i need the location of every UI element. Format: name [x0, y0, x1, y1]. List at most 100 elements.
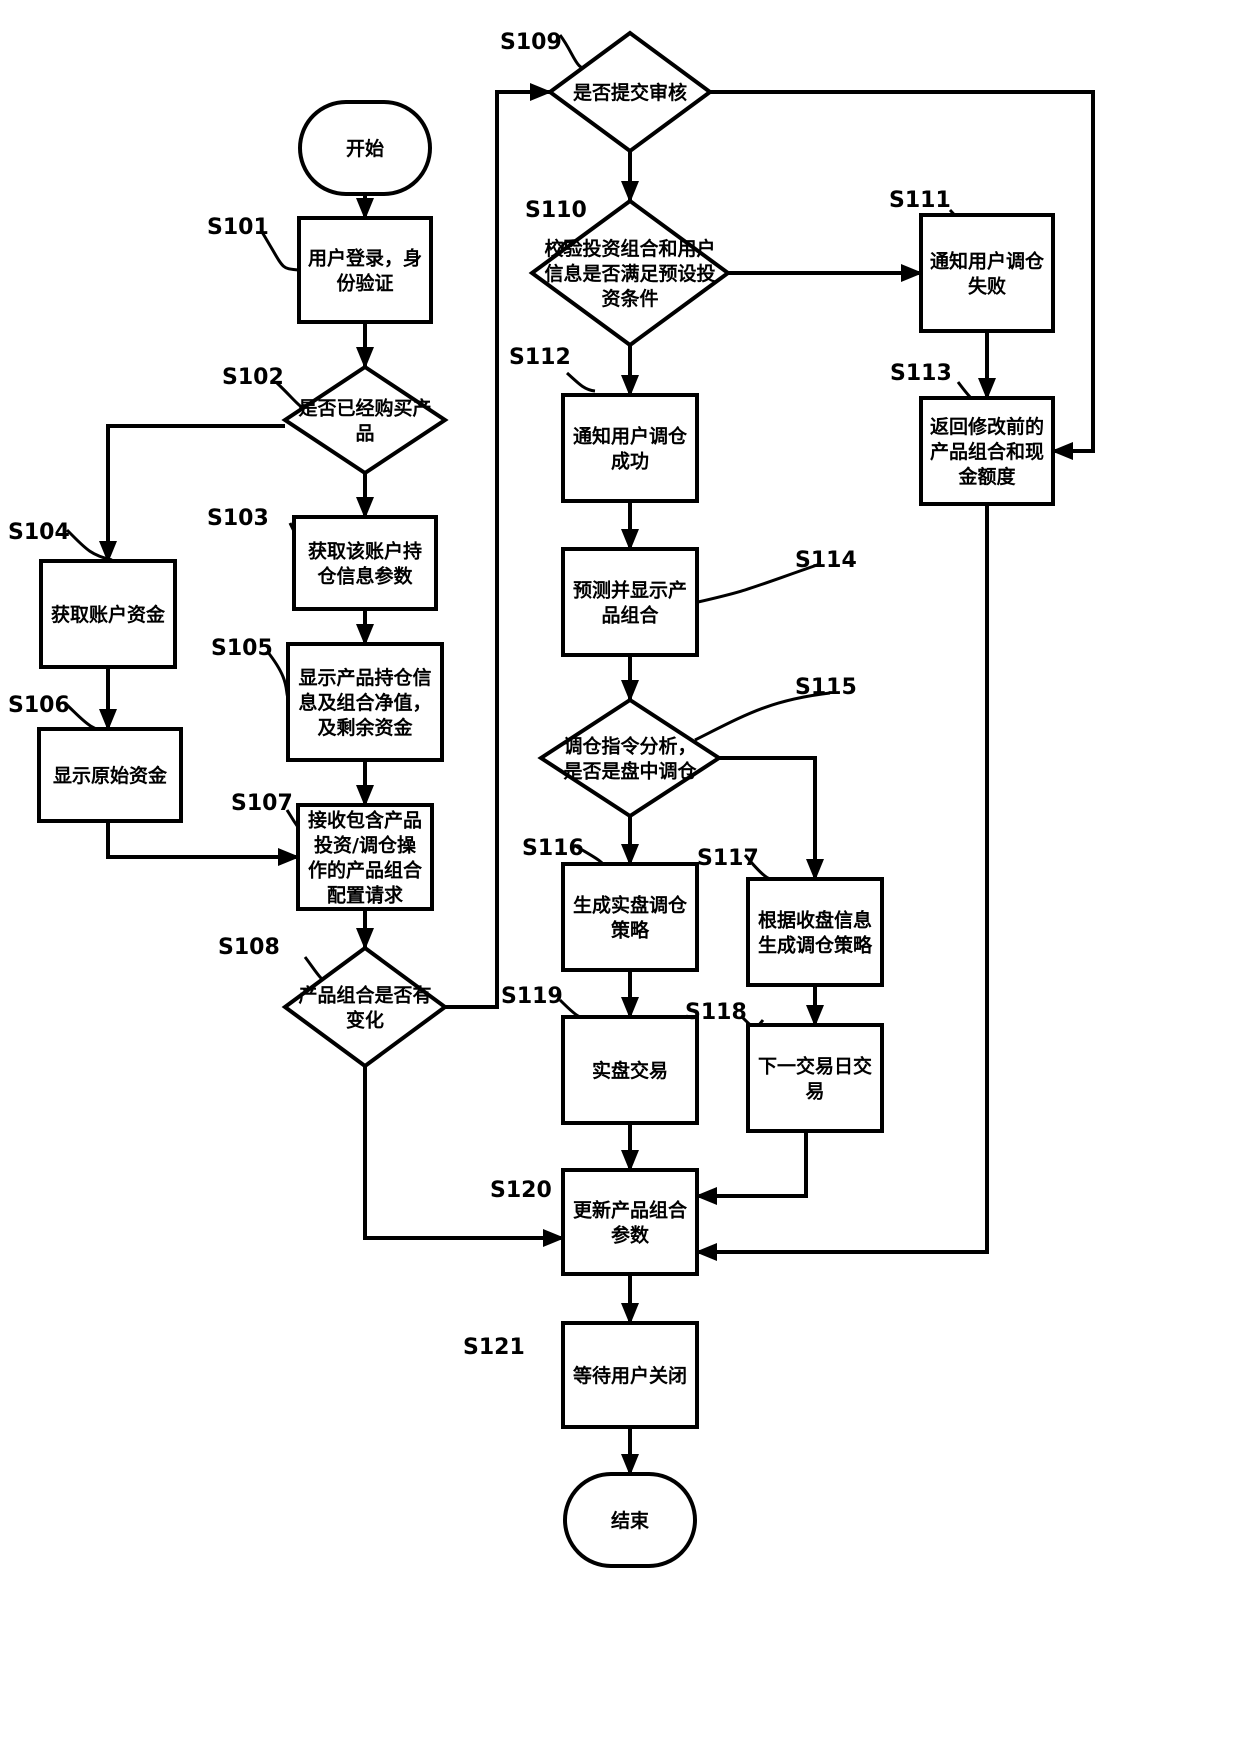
step-label: S112 — [509, 345, 571, 370]
node-s117: 根据收盘信息生成调仓策略 — [746, 877, 884, 987]
step-label: S120 — [490, 1178, 552, 1203]
node-text-line: 是否是盘中调仓 — [563, 760, 697, 783]
node-s104: 获取账户资金 — [39, 559, 177, 669]
edge-s118-to-s120 — [695, 1131, 808, 1205]
step-label: S101 — [207, 215, 269, 240]
node-s101: 用户登录，身份验证 — [297, 216, 433, 324]
node-text-line: 接收包含产品 — [308, 809, 422, 832]
node-text-line: 生成实盘调仓 — [573, 894, 688, 917]
step-label: S119 — [501, 984, 563, 1009]
node-text-line: 获取该账户持 — [308, 540, 422, 563]
node-text-line: 产品组合是否有 — [298, 984, 431, 1007]
node-s115: 调仓指令分析，是否是盘中调仓 — [537, 697, 723, 819]
node-text-line: 生成调仓策略 — [758, 934, 873, 957]
node-text-line: 显示产品持仓信 — [298, 666, 431, 689]
leader-line — [565, 371, 596, 393]
leader-line — [65, 528, 113, 562]
node-text-line: 变化 — [346, 1009, 384, 1032]
node-s109: 是否提交审核 — [546, 30, 714, 154]
node-text-line: 及剩余资金 — [317, 716, 413, 739]
node-text-line: 金额度 — [957, 465, 1016, 488]
edge-s108-to-s120 — [363, 1066, 565, 1247]
node-text-line: 显示原始资金 — [53, 764, 168, 787]
node-text-line: 策略 — [611, 919, 650, 942]
step-label: S116 — [522, 836, 584, 861]
step-label: S105 — [211, 636, 273, 661]
node-text-line: 是否已经购买产 — [298, 397, 431, 420]
node-s103: 获取该账户持仓信息参数 — [292, 515, 438, 611]
node-s114: 预测并显示产品组合 — [561, 547, 699, 657]
node-text-line: 通知用户调仓 — [573, 425, 688, 448]
node-s121: 等待用户关闭 — [561, 1321, 699, 1429]
node-text-line: 失败 — [968, 275, 1006, 298]
step-label: S109 — [500, 30, 562, 55]
node-s107: 接收包含产品投资/调仓操作的产品组合配置请求 — [296, 803, 434, 911]
decision-shape — [281, 364, 449, 476]
node-text-line: 通知用户调仓 — [930, 250, 1045, 273]
node-s113: 返回修改前的产品组合和现金额度 — [919, 396, 1055, 506]
step-label: S117 — [697, 846, 759, 871]
step-label: S107 — [231, 791, 293, 816]
node-text-line: 易 — [805, 1081, 824, 1103]
process-shape — [746, 1023, 884, 1133]
node-text-line: 开始 — [346, 137, 384, 160]
process-shape — [746, 877, 884, 987]
node-text-line: 投资/调仓操 — [314, 834, 417, 857]
node-s105: 显示产品持仓信息及组合净值，及剩余资金 — [286, 642, 444, 762]
edge-s106-to-s107 — [106, 821, 300, 866]
process-shape — [297, 216, 433, 324]
node-text-line: 仓信息参数 — [316, 565, 413, 588]
process-shape — [561, 1168, 699, 1276]
step-label: S110 — [525, 198, 587, 223]
node-text-line: 实盘交易 — [592, 1059, 668, 1082]
node-end: 结束 — [563, 1472, 697, 1568]
process-shape — [919, 213, 1055, 333]
process-shape — [561, 862, 699, 972]
node-text-line: 产品组合和现 — [930, 440, 1044, 463]
node-text-line: 资条件 — [601, 287, 658, 310]
leader-line — [694, 691, 831, 742]
node-s120: 更新产品组合参数 — [561, 1168, 699, 1276]
node-text-line: 根据收盘信息 — [758, 909, 872, 932]
step-label: S102 — [222, 365, 284, 390]
step-labels-layer: S101 S102 S103 S104 S105 S106 S107 S108 S109 S110… — [8, 30, 952, 1360]
edge-s108-to-s109 — [445, 83, 552, 1009]
step-label: S115 — [795, 675, 857, 700]
node-text-line: 等待用户关闭 — [572, 1364, 687, 1387]
step-label: S114 — [795, 548, 857, 573]
node-text-line: 份验证 — [336, 272, 393, 295]
decision-shape — [537, 697, 723, 819]
node-text-line: 信息是否满足预设投 — [544, 262, 715, 285]
node-text-line: 调仓指令分析， — [563, 735, 696, 758]
step-label: S108 — [218, 935, 280, 960]
node-text-line: 获取账户资金 — [51, 603, 166, 626]
node-s116: 生成实盘调仓策略 — [561, 862, 699, 972]
node-text-line: 结束 — [611, 1509, 650, 1532]
node-text-line: 息及组合净值， — [298, 691, 431, 714]
node-text-line: 更新产品组合 — [573, 1199, 688, 1222]
step-label: S104 — [8, 520, 70, 545]
node-text-line: 作的产品组合 — [308, 859, 423, 882]
step-label: S111 — [889, 188, 951, 213]
process-shape — [561, 393, 699, 503]
node-s111: 通知用户调仓失败 — [919, 213, 1055, 333]
node-s108: 产品组合是否有变化 — [281, 945, 449, 1069]
process-shape — [561, 547, 699, 657]
nodes-layer: 开始用户登录，身份验证是否已经购买产品获取该账户持仓信息参数获取账户资金显示产品… — [37, 30, 1055, 1568]
node-text-line: 成功 — [611, 450, 649, 473]
edge-s102-to-s104 — [99, 424, 285, 563]
node-text-line: 校验投资组合和用户 — [544, 237, 715, 260]
node-start: 开始 — [298, 100, 432, 196]
node-text-line: 品组合 — [601, 604, 659, 627]
step-label: S118 — [685, 1000, 747, 1025]
node-s112: 通知用户调仓成功 — [561, 393, 699, 503]
step-label: S121 — [463, 1335, 525, 1360]
step-label: S103 — [207, 506, 269, 531]
node-s106: 显示原始资金 — [37, 727, 183, 823]
node-text-line: 返回修改前的 — [930, 415, 1044, 438]
node-text-line: 参数 — [611, 1224, 650, 1247]
node-s102: 是否已经购买产品 — [281, 364, 449, 476]
flowchart-canvas: 开始用户登录，身份验证是否已经购买产品获取该账户持仓信息参数获取账户资金显示产品… — [8, 30, 1095, 1568]
node-s118: 下一交易日交易 — [746, 1023, 884, 1133]
node-text-line: 预测并显示产 — [573, 579, 687, 602]
